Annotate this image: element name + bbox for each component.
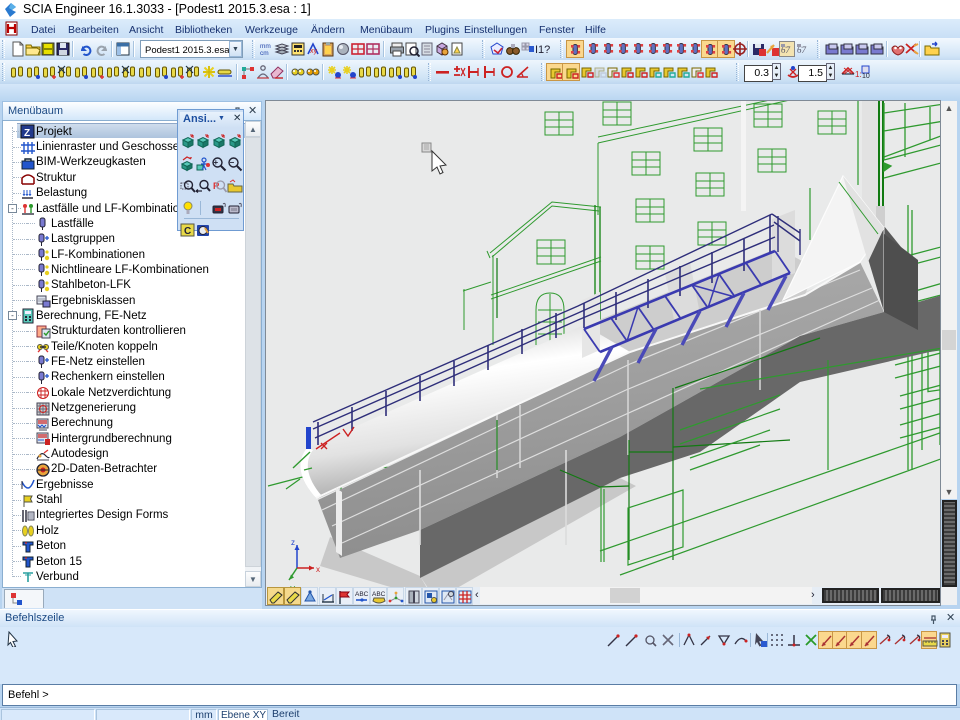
- svg-text:1:: 1:: [855, 70, 862, 79]
- svg-text:cm: cm: [260, 50, 269, 57]
- svg-text:xy: xy: [310, 48, 318, 55]
- svg-text:mm: mm: [260, 43, 271, 50]
- svg-text:+: +: [214, 158, 219, 167]
- svg-text:−: −: [230, 158, 235, 167]
- svg-text:z: z: [291, 538, 295, 547]
- svg-text:10: 10: [862, 73, 870, 80]
- svg-text:C: C: [184, 226, 191, 237]
- svg-text:Z: Z: [24, 128, 30, 139]
- svg-text:ABC: ABC: [372, 591, 386, 598]
- svg-text:x: x: [316, 565, 320, 574]
- svg-text:I1?: I1?: [535, 44, 550, 56]
- svg-text:ABC: ABC: [355, 591, 369, 598]
